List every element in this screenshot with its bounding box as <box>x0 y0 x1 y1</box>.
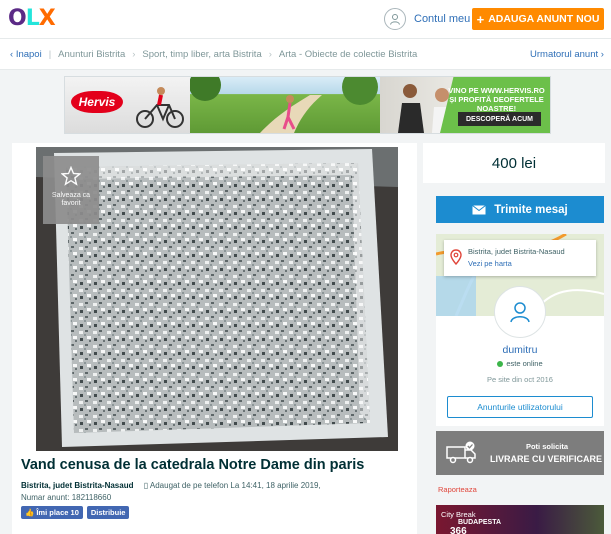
banner-headline: VINO PE WWW.HERVIS.RO ȘI PROFITĂ DEOFERT… <box>448 86 545 113</box>
listing-title: Vand cenusa de la catedrala Notre Dame d… <box>21 457 365 473</box>
breadcrumb-bar: ‹ Inapoi | Anunturi Bistrita › Sport, ti… <box>0 38 611 70</box>
side-ad-line3: 366 <box>450 526 467 534</box>
breadcrumb-item-category[interactable]: Sport, timp liber, arta Bistrita <box>142 49 261 60</box>
added-at: La 14:41, 18 aprilie 2019, <box>230 481 321 490</box>
favorite-label: Salveaza ca favorit <box>51 192 91 208</box>
hervis-logo: Hervis <box>71 91 123 113</box>
account-link[interactable]: Contul meu <box>384 8 470 30</box>
side-ad[interactable]: City Break BUDAPESTA 366 <box>436 505 604 534</box>
facebook-share-button[interactable]: Distribuie <box>86 506 130 519</box>
banner-park-image <box>189 77 380 133</box>
report-link[interactable]: Raporteaza <box>438 485 477 494</box>
view-map-link[interactable]: Vezi pe harta <box>468 259 512 268</box>
seller-location: Bistrita, judet Bistrita-Nasaud <box>468 247 565 256</box>
side-ad-line2: BUDAPESTA <box>458 519 502 526</box>
seller-name[interactable]: dumitru <box>436 344 604 356</box>
member-since: Pe site din oct 2016 <box>487 375 553 384</box>
listing-card: Salveaza ca favorit Vand cenusa de la ca… <box>12 143 417 534</box>
top-header: OLX Contul meu + ADAUGA ANUNT NOU <box>0 0 611 38</box>
listing-meta: Bistrita, judet Bistrita-Nasaud ▯ Adauga… <box>21 480 321 504</box>
listing-location[interactable]: Bistrita, judet Bistrita-Nasaud <box>21 481 133 490</box>
star-icon <box>61 166 81 186</box>
breadcrumb-item-city[interactable]: Anunturi Bistrita <box>58 49 125 60</box>
user-icon <box>510 302 530 323</box>
user-icon <box>384 8 406 30</box>
map-pin-icon <box>450 249 462 265</box>
location-card: Bistrita, judet Bistrita-Nasaud Vezi pe … <box>444 240 596 276</box>
banner-cta-button[interactable]: DESCOPERĂ ACUM <box>458 112 541 126</box>
listing-photo[interactable]: Salveaza ca favorit <box>36 147 398 451</box>
avatar[interactable] <box>494 286 546 338</box>
online-status: este online <box>436 359 604 368</box>
send-message-button[interactable]: Trimite mesaj <box>436 196 604 223</box>
ad-number: Numar anunt: 182118660 <box>21 493 112 502</box>
scrollbar[interactable] <box>606 70 611 534</box>
chevron-right-icon: › <box>268 49 272 60</box>
back-link[interactable]: ‹ Inapoi <box>10 49 42 60</box>
side-ad-line1: City Break <box>441 510 476 519</box>
bicycle-icon <box>136 87 184 128</box>
envelope-icon <box>472 204 487 214</box>
send-message-label: Trimite mesaj <box>494 203 568 216</box>
social-buttons: 👍 Îmi place 10 Distribuie <box>21 506 130 519</box>
price-value: 400 lei <box>491 154 537 172</box>
add-listing-button[interactable]: + ADAUGA ANUNT NOU <box>472 8 604 30</box>
add-listing-label: ADAUGA ANUNT NOU <box>488 13 600 25</box>
next-listing-link[interactable]: Urmatorul anunt › <box>530 49 604 60</box>
breadcrumb: ‹ Inapoi | Anunturi Bistrita › Sport, ti… <box>10 49 417 60</box>
account-label: Contul meu <box>414 13 471 25</box>
chevron-right-icon: › <box>598 49 604 60</box>
plus-icon: + <box>476 11 485 27</box>
phone-icon: ▯ <box>143 481 149 490</box>
breadcrumb-item-subcategory[interactable]: Arta - Obiecte de colectie Bistrita <box>279 49 417 60</box>
verify-subtitle: Poti solicita <box>525 442 569 451</box>
facebook-like-button[interactable]: 👍 Îmi place 10 <box>21 506 83 519</box>
banner-logo-panel: Hervis <box>65 77 190 133</box>
chevron-right-icon: › <box>132 49 136 60</box>
delivery-truck-icon <box>446 441 476 464</box>
seller-card: Bistrita, judet Bistrita-Nasaud Vezi pe … <box>436 234 604 426</box>
breadcrumb-separator: | <box>48 49 52 60</box>
online-dot-icon <box>497 361 504 368</box>
added-via: Adaugat de pe telefon <box>149 481 229 490</box>
save-favorite-button[interactable]: Salveaza ca favorit <box>43 156 99 224</box>
thumbs-up-icon: 👍 <box>25 508 35 517</box>
banner-ad[interactable]: Hervis VINO PE WWW.HERVIS.RO ȘI PROFITĂ … <box>64 76 551 134</box>
user-ads-button[interactable]: Anunturile utilizatorului <box>447 396 593 418</box>
delivery-verification-box[interactable]: Poti solicita LIVRARE CU VERIFICARE <box>436 431 604 475</box>
price-box: 400 lei <box>423 143 605 183</box>
verify-title: LIVRARE CU VERIFICARE <box>489 454 602 464</box>
olx-logo[interactable]: OLX <box>8 6 56 31</box>
